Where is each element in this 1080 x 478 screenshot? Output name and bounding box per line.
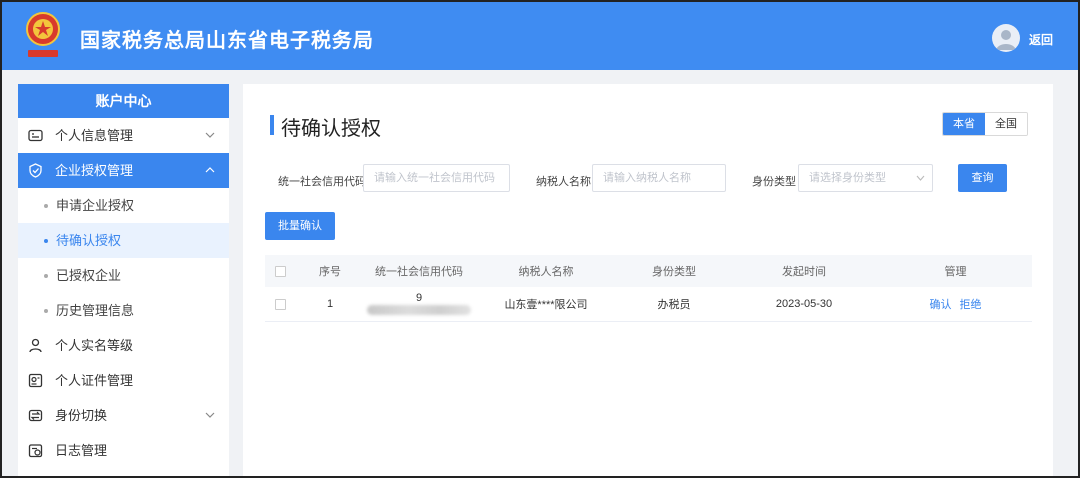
sidebar-item-label: 待确认授权 [56,233,122,248]
initiated-time-cell: 2023-05-30 [775,298,833,310]
page-title: 待确认授权 [281,118,381,140]
row-index: 1 [326,298,334,310]
sidebar-item-label: 已授权企业 [56,268,122,283]
select-all-checkbox[interactable] [274,265,286,277]
taxpayer-name-label: 纳税人名称 [536,176,591,188]
sidebar-item-label: 个人证件管理 [55,373,134,388]
sidebar-item-label: 身份切换 [55,408,108,423]
redacted-blur [367,305,471,316]
confirm-link[interactable]: 确认 [930,299,952,311]
site-title: 国家税务总局山东省电子税务局 [80,30,374,52]
taxpayer-name-cell: 山东壹****限公司 [504,299,588,311]
sidebar-item-label: 个人信息管理 [55,128,134,143]
table-header-row: 序号 统一社会信用代码 纳税人名称 身份类型 发起时间 管理 [265,255,1032,287]
query-button[interactable]: 查询 [958,164,1007,192]
chevron-down-icon [916,175,925,181]
identity-type-select[interactable] [798,164,933,192]
table-row: 1 9 山东壹****限公司 办税员 2023-05-30 确认 拒绝 [265,287,1032,322]
credit-code-cell: 9 [365,292,473,316]
column-header: 发起时间 [782,266,826,278]
sidebar-item-log[interactable]: 日志管理 [18,433,229,468]
batch-confirm-button[interactable]: 批量确认 [265,212,335,240]
user-avatar-icon[interactable] [992,24,1020,52]
id-card-icon [28,129,43,142]
top-header: 国家税务总局山东省电子税务局 返回 [2,2,1078,70]
scope-national-button[interactable]: 全国 [985,113,1027,135]
column-header: 管理 [944,266,967,278]
back-link[interactable]: 返回 [1029,31,1053,48]
sidebar-subitem-authorized-companies[interactable]: 已授权企业 [18,258,229,293]
identity-type-cell: 办税员 [657,299,691,311]
app-window: 国家税务总局山东省电子税务局 返回 账户中心 个人信息管理 企业授权管理 申请企… [0,0,1080,478]
pending-auth-table: 序号 统一社会信用代码 纳税人名称 身份类型 发起时间 管理 1 9 山东壹**… [265,255,1032,322]
tax-emblem-icon [26,12,60,57]
sidebar-item-label: 历史管理信息 [56,303,135,318]
identity-type-label: 身份类型 [752,176,796,188]
scope-province-button[interactable]: 本省 [943,113,985,135]
column-header: 身份类型 [652,266,696,278]
actions-cell: 确认 拒绝 [879,296,1032,312]
sidebar-item-label: 企业授权管理 [55,163,134,178]
sidebar-item-label: 个人实名等级 [55,338,134,353]
shield-check-icon [29,163,42,178]
column-header: 统一社会信用代码 [375,266,463,278]
sidebar-subitem-apply-auth[interactable]: 申请企业授权 [18,188,229,223]
main-panel: 待确认授权 本省 全国 统一社会信用代码 纳税人名称 身份类型 查询 批量确认 … [243,84,1053,476]
sidebar-heading: 账户中心 [18,84,229,118]
title-accent-bar [270,115,274,135]
log-icon [28,444,43,458]
row-checkbox[interactable] [274,298,286,310]
chevron-down-icon [205,412,215,418]
sidebar-subitem-pending-auth[interactable]: 待确认授权 [18,223,229,258]
sidebar-item-realname-level[interactable]: 个人实名等级 [18,328,229,363]
credit-code-input[interactable] [363,164,510,192]
sidebar-item-personal-info[interactable]: 个人信息管理 [18,118,229,153]
column-header: 纳税人名称 [518,266,574,278]
sidebar-item-label: 申请企业授权 [56,198,135,213]
sidebar-subitem-history[interactable]: 历史管理信息 [18,293,229,328]
user-badge-icon [29,338,42,353]
reject-link[interactable]: 拒绝 [960,299,982,311]
credit-code-label: 统一社会信用代码 [278,176,366,188]
sidebar-item-id-documents[interactable]: 个人证件管理 [18,363,229,398]
sidebar-item-identity-switch[interactable]: 身份切换 [18,398,229,433]
sidebar-item-label: 日志管理 [55,443,108,458]
taxpayer-name-input[interactable] [592,164,726,192]
switch-icon [28,409,43,422]
credit-code-visible: 9 [415,292,423,305]
sidebar: 账户中心 个人信息管理 企业授权管理 申请企业授权 待确认授权 已授权企业 历史… [18,84,229,476]
chevron-up-icon [205,167,215,173]
certificate-icon [28,373,43,388]
scope-toggle: 本省 全国 [942,112,1028,136]
sidebar-item-enterprise-auth[interactable]: 企业授权管理 [18,153,229,188]
chevron-down-icon [205,132,215,138]
column-header: 序号 [319,266,341,278]
